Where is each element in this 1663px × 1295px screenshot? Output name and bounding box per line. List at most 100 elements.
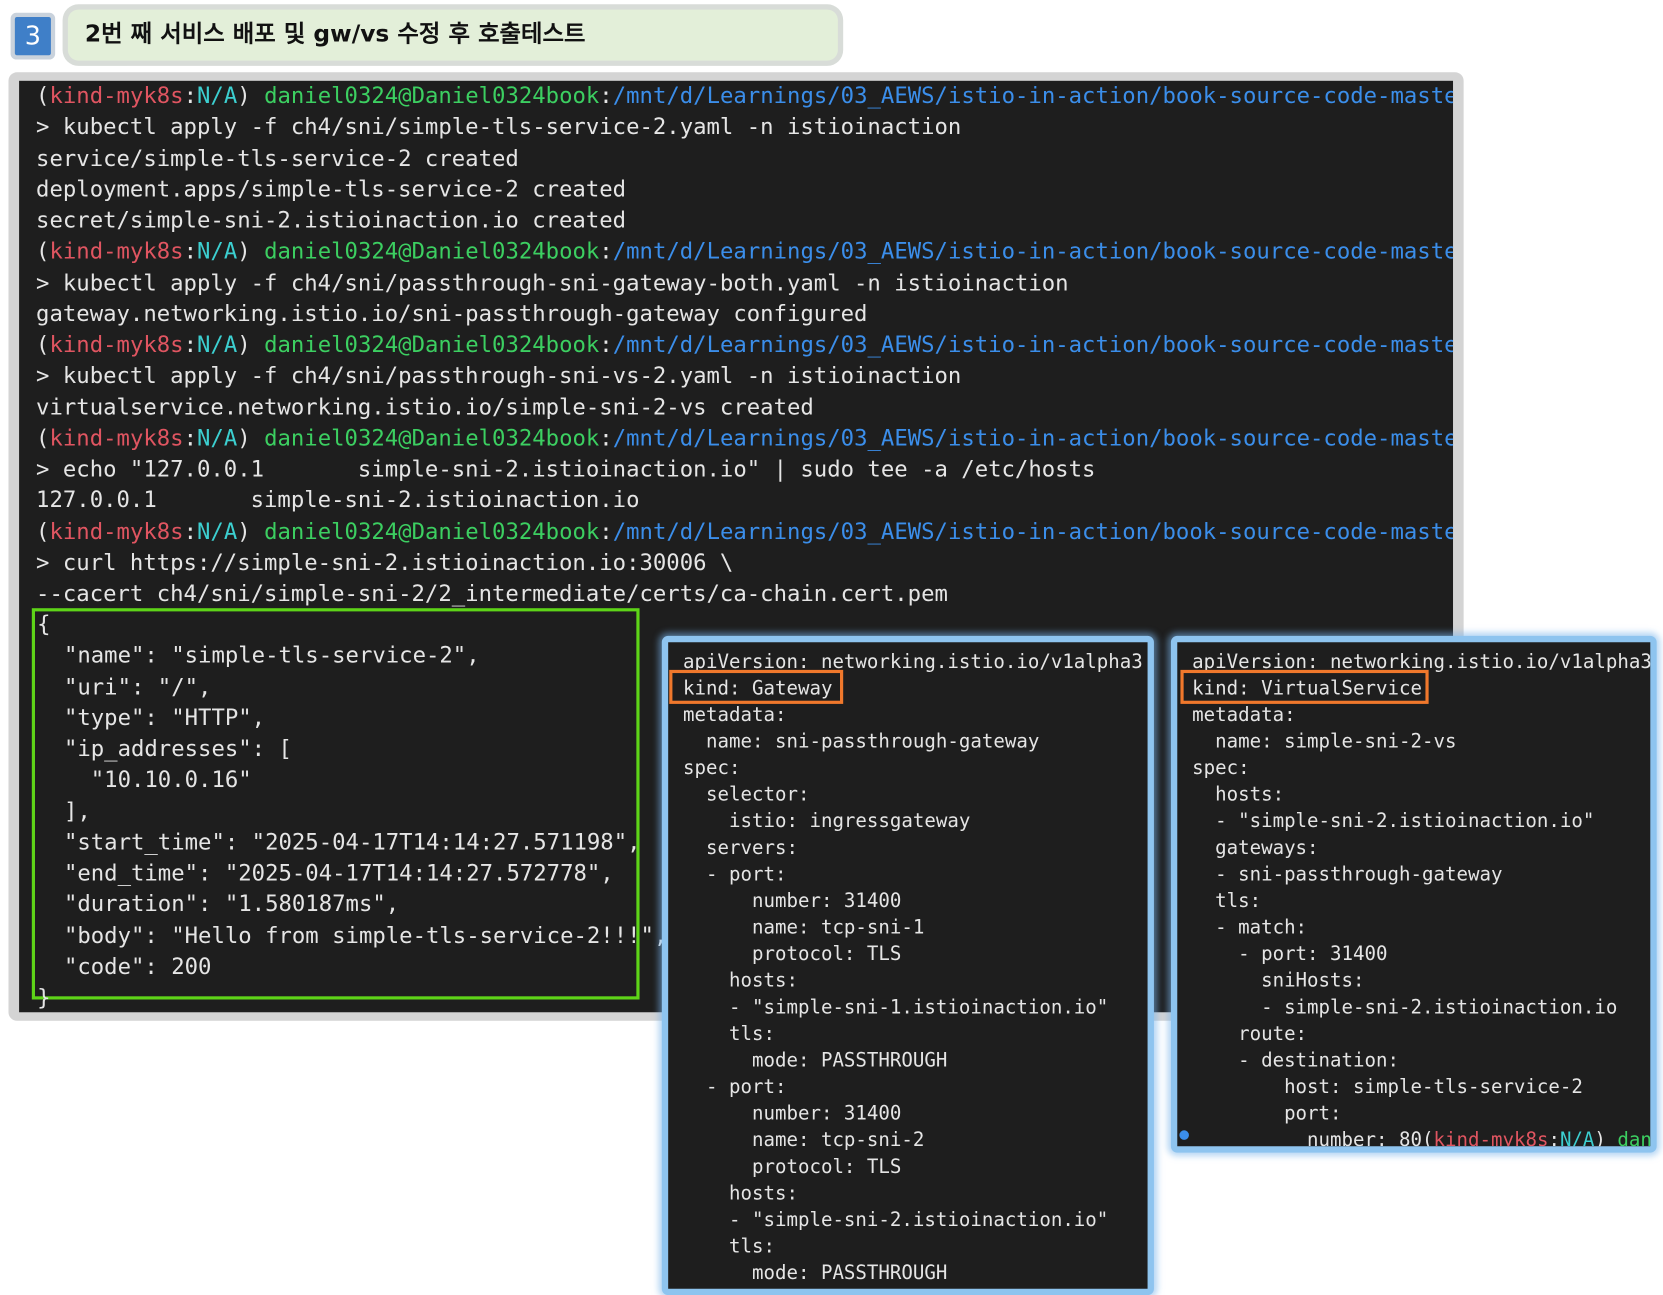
yaml-line: route: [1192, 1022, 1308, 1046]
prompt-separator: : [183, 82, 198, 109]
json-line: "ip_addresses": [ [37, 735, 292, 762]
terminal-output-line: secret/simple-sni-2.istioinaction.io cre… [36, 207, 627, 233]
json-line: "10.10.0.16" [37, 766, 252, 793]
gateway-yaml-panel: apiVersion: networking.istio.io/v1alpha3… [661, 635, 1154, 1295]
prompt-namespace: N/A [197, 238, 238, 264]
prompt-namespace: N/A [197, 82, 238, 109]
terminal-output-line: service/simple-tls-service-2 created [36, 145, 519, 171]
prompt-paren: ) [1594, 1129, 1618, 1152]
yaml-line: metadata: [683, 703, 787, 727]
prompt-context: kind-myk8s [49, 82, 184, 109]
prompt-colon: : [599, 425, 613, 451]
json-line: "code": 200 [37, 953, 212, 980]
terminal-output-line: gateway.networking.istio.io/sni-passthro… [36, 300, 868, 327]
yaml-line: - port: 31400 [1192, 943, 1388, 966]
yaml-line: - "simple-sni-1.istioinaction.io" [683, 996, 1109, 1019]
terminal-output-line: > curl https://simple-sni-2.istioinactio… [36, 549, 734, 575]
yaml-line: name: simple-sni-2-vs [1192, 730, 1457, 753]
virtualservice-yaml-panel: apiVersion: networking.istio.io/v1alpha3… [1170, 635, 1657, 1153]
yaml-line: hosts: [1192, 783, 1285, 806]
prompt-user-host: daniel0324@Daniel0324book [264, 238, 600, 264]
prompt-paren: ( [36, 238, 50, 264]
terminal-output-line: > kubectl apply -f ch4/sni/passthrough-s… [36, 269, 1069, 296]
prompt-colon: : [599, 331, 613, 358]
prompt-paren: ) [237, 238, 265, 264]
yaml-line: tls: [683, 1022, 775, 1046]
step-number-badge: 3 [14, 17, 51, 56]
terminal-output-line: 127.0.0.1 simple-sni-2.istioinaction.io [36, 487, 640, 513]
prompt-namespace: N/A [1559, 1129, 1595, 1152]
prompt-separator: : [1548, 1129, 1560, 1152]
json-line: "name": "simple-tls-service-2", [37, 642, 480, 669]
json-response-highlight: { "name": "simple-tls-service-2", "uri":… [31, 608, 667, 1010]
prompt-namespace: N/A [197, 518, 238, 544]
shell-prompt-line: (kind-myk8s:N/A) daniel0324@Daniel0324bo… [36, 330, 1453, 361]
kind-virtualservice-highlight [1180, 669, 1429, 704]
prompt-paren: ) [237, 518, 265, 544]
prompt-namespace: N/A [197, 331, 238, 358]
prompt-context: kind-myk8s [49, 238, 184, 264]
prompt-path: /mnt/d/Learnings/03_AEWS/istio-in-action… [612, 331, 1454, 358]
prompt-context: kind-myk8s [49, 425, 184, 451]
yaml-line: spec: [1192, 757, 1250, 780]
json-line: "start_time": "2025-04-17T14:14:27.57119… [37, 829, 641, 855]
prompt-separator: : [183, 425, 198, 451]
yaml-line: - sni-passthrough-gateway [1192, 863, 1503, 886]
yaml-line: tls: [1192, 889, 1262, 913]
prompt-paren: ( [1421, 1129, 1434, 1152]
terminal-output-line: virtualservice.networking.istio.io/simpl… [36, 393, 814, 420]
prompt-user-host: daniel0324@Daniel0324book [264, 331, 600, 358]
json-line: } [37, 984, 51, 1011]
json-line: "end_time": "2025-04-17T14:14:27.572778"… [37, 860, 614, 886]
terminal-output-line: > kubectl apply -f ch4/sni/passthrough-s… [36, 362, 962, 389]
json-line: ], [37, 798, 91, 824]
yaml-line: spec: [683, 757, 741, 780]
yaml-line: mode: PASSTHROUGH [683, 1049, 948, 1072]
yaml-line: istio: ingressgateway [683, 810, 971, 833]
yaml-line: hosts: [683, 969, 798, 993]
prompt-separator: : [183, 518, 198, 544]
prompt-user-host: dani [1617, 1129, 1652, 1152]
json-line: "body": "Hello from simple-tls-service-2… [37, 922, 668, 948]
terminal-output-line: --cacert ch4/sni/simple-sni-2/2_intermed… [36, 580, 948, 607]
yaml-line: name: tcp-sni-1 [683, 916, 925, 939]
prompt-paren: ( [36, 331, 50, 358]
prompt-paren: ) [237, 82, 265, 109]
prompt-separator: : [183, 238, 198, 264]
yaml-line: metadata: [1192, 703, 1296, 727]
yaml-port-number: number: 80 [1192, 1129, 1422, 1152]
yaml-line: - port: [683, 1076, 787, 1099]
yaml-line: - "simple-sni-2.istioinaction.io" [1192, 810, 1595, 833]
yaml-line: - port: [683, 863, 787, 886]
yaml-line: name: sni-passthrough-gateway [683, 730, 1040, 753]
prompt-user-host: daniel0324@Daniel0324book [264, 82, 600, 109]
json-line: "duration": "1.580187ms", [37, 891, 400, 917]
prompt-colon: : [599, 518, 613, 544]
shell-prompt-line: (kind-myk8s:N/A) daniel0324@Daniel0324bo… [36, 81, 1453, 112]
yaml-line: number: 31400 [683, 889, 902, 913]
shell-prompt-line: (kind-myk8s:N/A) daniel0324@Daniel0324bo… [36, 423, 1453, 454]
prompt-namespace: N/A [197, 425, 238, 451]
title-banner: 2번 째 서비스 배포 및 gw/vs 수정 후 호출테스트 [67, 9, 838, 61]
terminal-status-dot [1179, 1130, 1189, 1140]
prompt-paren: ( [36, 425, 50, 451]
terminal-output-line: > echo "127.0.0.1 simple-sni-2.istioinac… [36, 456, 1096, 482]
prompt-context: kind-myk8s [49, 518, 184, 544]
yaml-line: protocol: TLS [683, 943, 902, 966]
yaml-line: number: 31400 [683, 1102, 902, 1125]
json-line: "uri": "/", [37, 673, 212, 700]
shell-prompt-line: (kind-myk8s:N/A) daniel0324@Daniel0324bo… [36, 516, 1453, 547]
prompt-colon: : [599, 82, 613, 109]
prompt-paren: ) [237, 331, 265, 358]
prompt-path: /mnt/d/Learnings/03_AEWS/istio-in-action… [612, 238, 1454, 264]
yaml-line: servers: [683, 836, 798, 860]
json-line: { [37, 611, 51, 637]
terminal-output-line: > kubectl apply -f ch4/sni/simple-tls-se… [36, 114, 962, 140]
prompt-colon: : [599, 238, 613, 264]
yaml-line: mode: PASSTHROUGH [683, 1262, 948, 1285]
yaml-line: protocol: TLS [683, 1155, 902, 1179]
yaml-line: - "simple-sni-2.istioinaction.io" [683, 1208, 1109, 1232]
yaml-line: sniHosts: [1192, 969, 1365, 993]
yaml-line-with-prompt: number: 80(kind-myk8s:N/A) dani [1192, 1127, 1652, 1152]
prompt-path: /mnt/d/Learnings/03_AEWS/istio-in-action… [612, 82, 1454, 109]
